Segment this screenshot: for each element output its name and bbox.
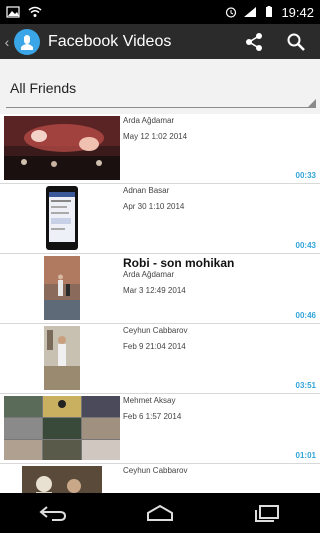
status-bar: 19:42 — [0, 0, 320, 24]
video-title: Robi - son mohikan — [123, 256, 235, 270]
video-thumbnail — [44, 326, 80, 390]
video-list-item[interactable]: Ceyhun Cabbarov Feb 9 21:04 2014 03:51 — [0, 324, 320, 394]
app-logo-icon[interactable] — [14, 28, 40, 55]
upload-date: Feb 6 1:57 2014 — [123, 412, 182, 421]
back-icon — [39, 506, 67, 521]
share-icon — [246, 32, 262, 51]
uploader-name: Arda Ağdamar — [123, 270, 175, 279]
video-list-item[interactable]: Robi - son mohikan Arda Ağdamar Mar 3 12… — [0, 254, 320, 324]
video-list-item[interactable]: Mehmet Aksay Feb 6 1:57 2014 01:01 — [0, 394, 320, 464]
upload-date: May 12 1:02 2014 — [123, 132, 188, 141]
app-title: Facebook Videos — [48, 32, 172, 50]
upload-date: Feb 9 21:04 2014 — [123, 342, 186, 351]
video-thumbnail — [4, 116, 120, 180]
battery-icon — [266, 6, 273, 17]
video-duration: 01:01 — [295, 451, 316, 460]
spinner-dropdown-icon — [308, 99, 316, 107]
clock: 19:42 — [281, 4, 314, 20]
upload-date: Mar 3 12:49 2014 — [123, 286, 186, 295]
share-button[interactable] — [242, 30, 266, 54]
home-icon — [146, 504, 173, 521]
video-duration: 03:51 — [295, 381, 316, 390]
action-bar: ‹ Facebook Videos — [0, 24, 320, 59]
filter-selected-value: All Friends — [10, 80, 77, 96]
back-button[interactable] — [33, 499, 73, 527]
video-list[interactable]: Arda Ağdamar May 12 1:02 2014 00:33 Adna… — [0, 114, 320, 493]
video-list-item[interactable]: Arda Ağdamar May 12 1:02 2014 00:33 — [0, 114, 320, 184]
video-thumbnail — [46, 186, 78, 250]
uploader-name: Adnan Basar — [123, 186, 170, 195]
home-button[interactable] — [140, 499, 180, 527]
recent-apps-icon — [254, 505, 279, 522]
search-button[interactable] — [284, 30, 308, 54]
video-thumbnail — [4, 396, 120, 460]
signal-icon — [244, 7, 257, 17]
spinner-underline — [6, 107, 316, 108]
wifi-notification-icon — [28, 6, 42, 17]
uploader-name: Ceyhun Cabbarov — [123, 466, 188, 475]
image-notification-icon — [6, 6, 20, 18]
video-duration: 00:43 — [295, 241, 316, 250]
up-chevron-icon[interactable]: ‹ — [2, 34, 12, 50]
video-list-item[interactable]: Ceyhun Cabbarov — [0, 464, 320, 493]
video-duration: 00:33 — [295, 171, 316, 180]
system-navigation-bar — [0, 493, 320, 533]
recent-apps-button[interactable] — [247, 499, 287, 527]
alarm-icon — [226, 7, 237, 18]
uploader-name: Mehmet Aksay — [123, 396, 176, 405]
video-list-item[interactable]: Adnan Basar Apr 30 1:10 2014 00:43 — [0, 184, 320, 254]
uploader-name: Arda Ağdamar — [123, 116, 175, 125]
search-icon — [287, 33, 305, 51]
video-thumbnail — [22, 466, 102, 493]
uploader-name: Ceyhun Cabbarov — [123, 326, 188, 335]
video-duration: 00:46 — [295, 311, 316, 320]
video-thumbnail — [44, 256, 80, 320]
upload-date: Apr 30 1:10 2014 — [123, 202, 185, 211]
friends-filter-spinner[interactable]: All Friends — [0, 59, 320, 111]
